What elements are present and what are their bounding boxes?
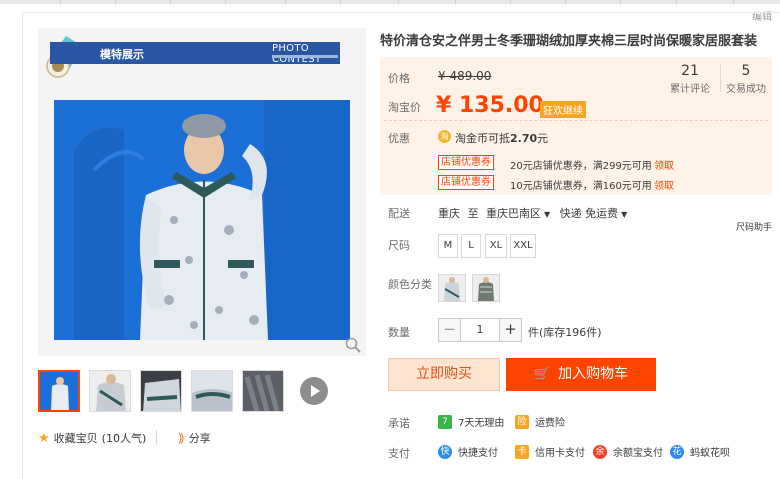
size-option-l[interactable]: L [461, 234, 481, 258]
share-icon: ⟫ [178, 431, 185, 445]
commitment-text: 7天无理由 [458, 418, 505, 429]
star-icon: ★ [38, 430, 50, 446]
quantity-increase-button[interactable]: + [499, 319, 521, 341]
coupon-text: 20元店铺优惠券，满299元可用 [510, 161, 652, 172]
yuebao-icon: 余 [593, 444, 607, 459]
taobao-coin-icon: 淘 [438, 130, 451, 143]
thumbnail-5[interactable] [242, 370, 284, 412]
shipping-method: 快递 免运费 [559, 207, 619, 220]
quick-pay-icon: 快 [438, 444, 452, 459]
thumbnail-2[interactable] [89, 370, 131, 412]
chevron-down-icon: ▼ [544, 210, 551, 219]
commitment-shipping-insurance[interactable]: 险 运费险 [515, 414, 565, 429]
chevron-down-icon: ▼ [621, 210, 628, 219]
share-label: 分享 [188, 432, 211, 445]
zoom-icon[interactable] [344, 336, 362, 354]
main-product-photo[interactable] [54, 100, 350, 340]
banner-subtitle-line [272, 55, 338, 58]
price-divider [384, 120, 768, 121]
coupon-claim-link[interactable]: 领取 [654, 157, 674, 172]
reviews-stat[interactable]: 21 累计评论 [660, 63, 720, 95]
delivery-to-word: 至 [467, 207, 479, 220]
coin-unit: 元 [537, 132, 549, 145]
coupon-claim-link[interactable]: 领取 [654, 177, 674, 192]
banner-title: 模特展示 [100, 48, 144, 61]
buy-now-button[interactable]: 立即购买 [388, 358, 500, 391]
sale-price-label: 淘宝价 [388, 101, 421, 114]
coupon-text: 10元店铺优惠券，满160元可用 [510, 181, 652, 192]
insurance-icon: 险 [515, 414, 529, 429]
sale-tag-badge: 狂欢继续 [540, 101, 586, 118]
video-play-icon[interactable] [300, 377, 328, 405]
coupon-tag: 店铺优惠券 [438, 175, 494, 190]
banner-photo-contest: PHOTO CONTEST [272, 43, 322, 65]
payment-text: 蚂蚁花呗 [690, 448, 730, 459]
thumbnail-4[interactable] [191, 370, 233, 412]
payment-text: 快捷支付 [458, 448, 498, 459]
payment-huabei[interactable]: 花 蚂蚁花呗 [670, 444, 730, 459]
commitment-label: 承诺 [388, 417, 410, 430]
commitment-text: 运费险 [535, 418, 565, 429]
credit-card-icon: 卡 [515, 444, 529, 459]
promo-label: 优惠 [388, 132, 410, 145]
delivery-label: 配送 [388, 207, 410, 220]
payment-quick[interactable]: 快 快捷支付 [438, 444, 498, 459]
quantity-decrease-button[interactable]: − [439, 319, 461, 341]
size-label: 尺码 [388, 239, 410, 252]
delivery-destination-select[interactable]: 重庆巴南区 ▼ [486, 207, 556, 220]
color-label: 颜色分类 [388, 278, 432, 291]
reviews-label: 累计评论 [670, 84, 710, 95]
model-showcase-banner: 模特展示 PHOTO CONTEST [50, 42, 340, 65]
model-photo-illustration [54, 100, 350, 340]
size-option-m[interactable]: M [438, 234, 458, 258]
shipping-method-select[interactable]: 快递 免运费 ▼ [560, 207, 634, 220]
coupon-tag: 店铺优惠券 [438, 155, 494, 170]
price-label: 价格 [388, 72, 410, 85]
favorite-count: (10人气) [101, 432, 147, 445]
add-to-cart-label: 加入购物车 [558, 366, 629, 382]
size-helper-link[interactable]: 尺码助手 [736, 220, 772, 233]
coin-offset-text: 淘金币可抵2.70元 [455, 130, 548, 146]
coin-text-prefix: 淘金币可抵 [455, 132, 510, 145]
thumbnail-3[interactable] [140, 370, 182, 412]
payment-label: 支付 [388, 447, 410, 460]
favorite-label: 收藏宝贝 [53, 432, 98, 445]
top-tab-strip [0, 0, 780, 4]
payment-credit-card[interactable]: 卡 信用卡支付 [515, 444, 585, 459]
payment-yuebao[interactable]: 余 余额宝支付 [593, 444, 663, 459]
return-7day-icon: 7 [438, 414, 452, 429]
sale-price: ¥ 135.00 [436, 93, 544, 118]
delivery-destination: 重庆巴南区 [486, 207, 541, 220]
quantity-input[interactable]: 1 [461, 319, 499, 341]
share-button[interactable]: ⟫ 分享 [178, 430, 211, 446]
payment-text: 信用卡支付 [535, 448, 585, 459]
quantity-stepper: − 1 + [438, 318, 522, 342]
coin-amount: 2.70 [510, 132, 538, 145]
add-to-cart-button[interactable]: 🛒 加入购物车 [506, 358, 656, 391]
color-option-1[interactable] [438, 274, 466, 302]
delivery-from: 重庆 [438, 207, 460, 220]
reviews-count: 21 [681, 63, 699, 79]
sales-stat: 5 交易成功 [716, 63, 776, 95]
quantity-label: 数量 [388, 326, 410, 339]
size-option-xl[interactable]: XL [485, 234, 507, 258]
thumbnail-1[interactable] [38, 370, 80, 412]
original-price: ¥ 489.00 [438, 69, 492, 83]
color-option-2[interactable] [472, 274, 500, 302]
cart-icon: 🛒 [533, 367, 551, 382]
delivery-info: 重庆 至 重庆巴南区 ▼ 快递 免运费 ▼ [438, 205, 633, 221]
favorite-button[interactable]: ★ 收藏宝贝 (10人气) [38, 430, 146, 446]
commitment-7day-return[interactable]: 7 7天无理由 [438, 414, 504, 429]
stock-info: 件(库存196件) [528, 326, 602, 339]
sales-label: 交易成功 [726, 84, 766, 95]
product-title: 特价清仓安之伴男士冬季珊瑚绒加厚夹棉三层时尚保暖家居服套装 [380, 34, 758, 49]
payment-text: 余额宝支付 [613, 448, 663, 459]
size-option-xxl[interactable]: XXL [510, 234, 536, 258]
huabei-icon: 花 [670, 444, 684, 459]
sales-count: 5 [741, 63, 751, 79]
divider [156, 430, 157, 444]
